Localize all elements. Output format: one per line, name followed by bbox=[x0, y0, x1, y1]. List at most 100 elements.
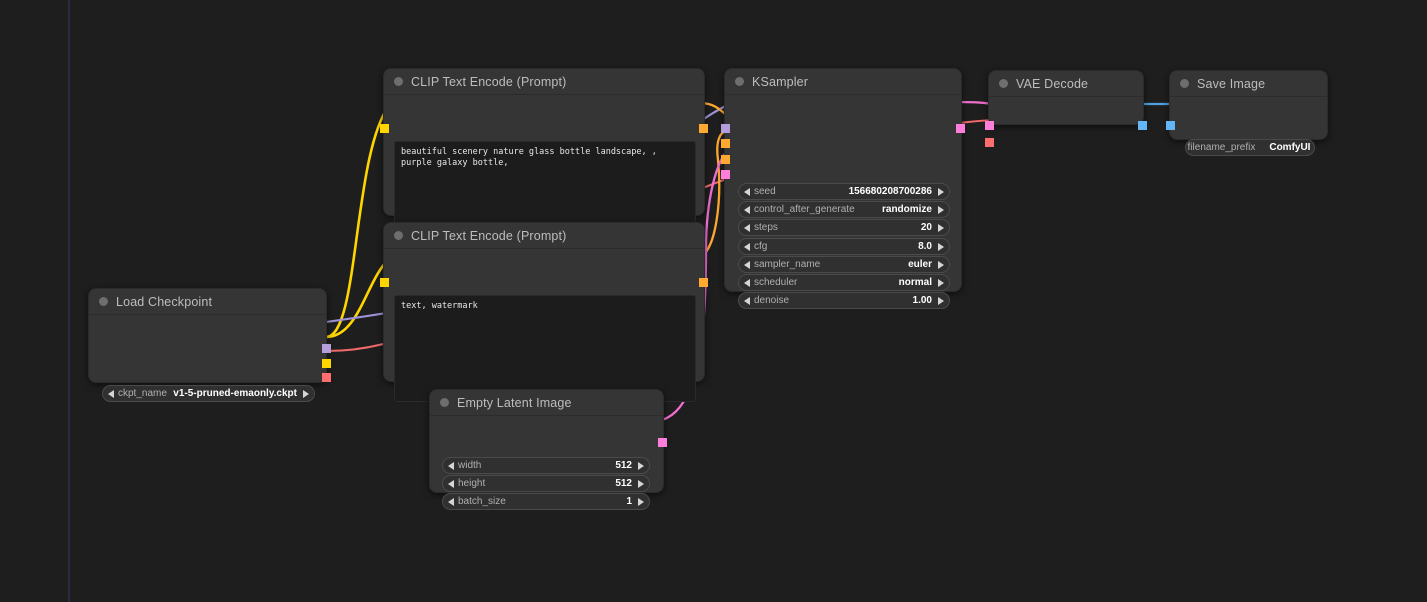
node-header[interactable]: KSampler bbox=[725, 69, 961, 95]
node-load-checkpoint[interactable]: Load Checkpoint ckpt_name v1-5-pruned-em… bbox=[88, 288, 327, 383]
widget-filename-prefix[interactable]: filename_prefix ComfyUI bbox=[1185, 139, 1315, 156]
node-body: beautiful scenery nature glass bottle la… bbox=[384, 95, 704, 215]
input-port-vae[interactable] bbox=[985, 138, 994, 147]
node-header[interactable]: Save Image bbox=[1170, 71, 1327, 97]
decrement-arrow-icon[interactable] bbox=[744, 224, 750, 232]
increment-arrow-icon[interactable] bbox=[638, 480, 644, 488]
increment-arrow-icon[interactable] bbox=[938, 261, 944, 269]
widget-value[interactable]: 512 bbox=[615, 478, 632, 489]
decrement-arrow-icon[interactable] bbox=[744, 206, 750, 214]
increment-arrow-icon[interactable] bbox=[638, 498, 644, 506]
widget-label: height bbox=[458, 478, 485, 489]
decrement-arrow-icon[interactable] bbox=[448, 480, 454, 488]
widget-value[interactable]: v1-5-pruned-emaonly.ckpt bbox=[173, 388, 297, 399]
node-header[interactable]: CLIP Text Encode (Prompt) bbox=[384, 69, 704, 95]
widget-control-after-generate[interactable]: control_after_generate randomize bbox=[738, 201, 950, 218]
increment-arrow-icon[interactable] bbox=[938, 224, 944, 232]
node-title: KSampler bbox=[752, 75, 808, 89]
prompt-textarea[interactable]: text, watermark bbox=[394, 295, 696, 402]
node-header[interactable]: Load Checkpoint bbox=[89, 289, 326, 315]
node-vae-decode[interactable]: VAE Decode bbox=[988, 70, 1144, 125]
widget-seed[interactable]: seed 156680208700286 bbox=[738, 183, 950, 200]
output-port-clip[interactable] bbox=[322, 359, 331, 368]
node-title: CLIP Text Encode (Prompt) bbox=[411, 229, 566, 243]
node-ksampler[interactable]: KSampler seed 156680208700286 control_af… bbox=[724, 68, 962, 292]
collapse-dot-icon[interactable] bbox=[735, 77, 744, 86]
node-body bbox=[989, 97, 1143, 124]
wire-clip-positive bbox=[326, 103, 391, 337]
input-port-negative[interactable] bbox=[721, 155, 730, 164]
output-port-conditioning[interactable] bbox=[699, 278, 708, 287]
output-port-model[interactable] bbox=[322, 344, 331, 353]
increment-arrow-icon[interactable] bbox=[938, 243, 944, 251]
wire-clip-negative bbox=[326, 257, 391, 337]
widget-sampler-name[interactable]: sampler_name euler bbox=[738, 256, 950, 273]
decrement-arrow-icon[interactable] bbox=[448, 462, 454, 470]
increment-arrow-icon[interactable] bbox=[638, 462, 644, 470]
output-port-image[interactable] bbox=[1138, 121, 1147, 130]
input-port-clip[interactable] bbox=[380, 124, 389, 133]
node-header[interactable]: Empty Latent Image bbox=[430, 390, 663, 416]
widget-label: scheduler bbox=[754, 277, 797, 288]
input-port-positive[interactable] bbox=[721, 139, 730, 148]
increment-arrow-icon[interactable] bbox=[938, 188, 944, 196]
output-port-latent[interactable] bbox=[956, 124, 965, 133]
node-save-image[interactable]: Save Image filename_prefix ComfyUI bbox=[1169, 70, 1328, 140]
increment-arrow-icon[interactable] bbox=[938, 206, 944, 214]
decrement-arrow-icon[interactable] bbox=[744, 188, 750, 196]
input-port-model[interactable] bbox=[721, 124, 730, 133]
widget-denoise[interactable]: denoise 1.00 bbox=[738, 292, 950, 309]
decrement-arrow-icon[interactable] bbox=[448, 498, 454, 506]
widget-scheduler[interactable]: scheduler normal bbox=[738, 274, 950, 291]
decrement-arrow-icon[interactable] bbox=[108, 390, 114, 398]
decrement-arrow-icon[interactable] bbox=[744, 243, 750, 251]
widget-ckpt-name[interactable]: ckpt_name v1-5-pruned-emaonly.ckpt bbox=[102, 385, 315, 402]
widget-value[interactable]: euler bbox=[908, 259, 932, 270]
collapse-dot-icon[interactable] bbox=[394, 231, 403, 240]
decrement-arrow-icon[interactable] bbox=[744, 261, 750, 269]
widget-cfg[interactable]: cfg 8.0 bbox=[738, 238, 950, 255]
increment-arrow-icon[interactable] bbox=[303, 390, 309, 398]
widget-value[interactable]: 20 bbox=[921, 222, 932, 233]
input-port-latent-image[interactable] bbox=[721, 170, 730, 179]
increment-arrow-icon[interactable] bbox=[938, 297, 944, 305]
widget-value[interactable]: randomize bbox=[882, 204, 932, 215]
node-empty-latent-image[interactable]: Empty Latent Image width 512 height 512 bbox=[429, 389, 664, 493]
output-port-latent[interactable] bbox=[658, 438, 667, 447]
widget-label: denoise bbox=[754, 295, 789, 306]
collapse-dot-icon[interactable] bbox=[1180, 79, 1189, 88]
widget-batch-size[interactable]: batch_size 1 bbox=[442, 493, 650, 510]
widget-width[interactable]: width 512 bbox=[442, 457, 650, 474]
widget-value[interactable]: normal bbox=[899, 277, 932, 288]
collapse-dot-icon[interactable] bbox=[99, 297, 108, 306]
node-header[interactable]: VAE Decode bbox=[989, 71, 1143, 97]
node-header[interactable]: CLIP Text Encode (Prompt) bbox=[384, 223, 704, 249]
widget-value[interactable]: ComfyUI bbox=[1269, 142, 1310, 153]
widget-label: sampler_name bbox=[754, 259, 820, 270]
output-port-vae[interactable] bbox=[322, 373, 331, 382]
input-port-images[interactable] bbox=[1166, 121, 1175, 130]
increment-arrow-icon[interactable] bbox=[938, 279, 944, 287]
widget-steps[interactable]: steps 20 bbox=[738, 219, 950, 236]
widget-value[interactable]: 1.00 bbox=[913, 295, 932, 306]
widget-value[interactable]: 156680208700286 bbox=[849, 186, 932, 197]
canvas-guide-line bbox=[68, 0, 70, 602]
widget-label: filename_prefix bbox=[1188, 142, 1256, 153]
decrement-arrow-icon[interactable] bbox=[744, 297, 750, 305]
input-port-samples[interactable] bbox=[985, 121, 994, 130]
widget-value[interactable]: 1 bbox=[626, 496, 632, 507]
collapse-dot-icon[interactable] bbox=[440, 398, 449, 407]
collapse-dot-icon[interactable] bbox=[394, 77, 403, 86]
widget-value[interactable]: 8.0 bbox=[918, 241, 932, 252]
node-clip-text-encode-negative[interactable]: CLIP Text Encode (Prompt) text, watermar… bbox=[383, 222, 705, 382]
widget-label: width bbox=[458, 460, 481, 471]
widget-height[interactable]: height 512 bbox=[442, 475, 650, 492]
node-clip-text-encode-positive[interactable]: CLIP Text Encode (Prompt) beautiful scen… bbox=[383, 68, 705, 216]
node-body: text, watermark bbox=[384, 249, 704, 381]
decrement-arrow-icon[interactable] bbox=[744, 279, 750, 287]
graph-canvas[interactable]: Load Checkpoint ckpt_name v1-5-pruned-em… bbox=[0, 0, 1427, 602]
output-port-conditioning[interactable] bbox=[699, 124, 708, 133]
input-port-clip[interactable] bbox=[380, 278, 389, 287]
widget-value[interactable]: 512 bbox=[615, 460, 632, 471]
collapse-dot-icon[interactable] bbox=[999, 79, 1008, 88]
